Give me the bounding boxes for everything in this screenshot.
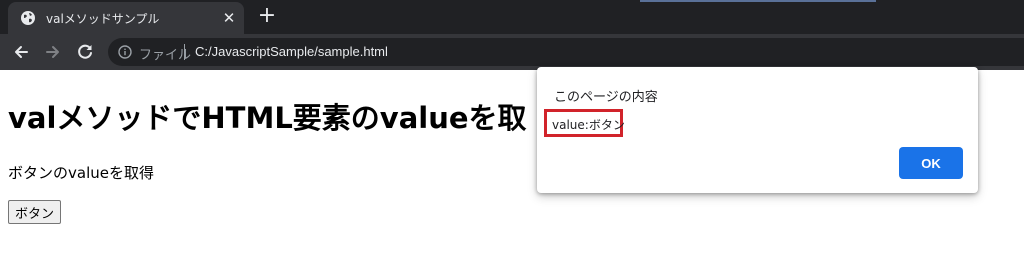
url-text[interactable]: C:/JavascriptSample/sample.html (195, 44, 388, 59)
info-icon[interactable] (118, 45, 132, 59)
forward-arrow-icon[interactable] (42, 41, 64, 63)
plus-icon[interactable]: + (256, 5, 278, 27)
page-button[interactable]: ボタン (8, 200, 62, 224)
dialog-message: value:ボタン (552, 118, 625, 132)
page-description: ボタンのvalueを取得 (8, 164, 154, 182)
dialog-title: このページの内容 (554, 90, 658, 105)
toolbar: ファイル C:/JavascriptSample/sample.html (0, 34, 1024, 70)
tab-active[interactable]: valメソッドサンプル ✕ (8, 2, 244, 34)
back-arrow-icon[interactable] (10, 41, 32, 63)
globe-icon (21, 11, 35, 25)
tabstrip-accent (640, 0, 876, 2)
close-icon[interactable]: ✕ (220, 9, 238, 27)
ok-button[interactable]: OK (899, 147, 963, 179)
address-bar[interactable]: ファイル C:/JavascriptSample/sample.html (108, 38, 1024, 66)
omnibox-divider (184, 44, 185, 60)
page-heading: valメソッドでHTML要素のvalueを取 (8, 101, 527, 135)
reload-icon[interactable] (74, 41, 96, 63)
alert-dialog: このページの内容 value:ボタン OK (537, 67, 978, 193)
tab-strip: valメソッドサンプル ✕ + (0, 0, 1024, 34)
tab-title: valメソッドサンプル (46, 12, 160, 26)
